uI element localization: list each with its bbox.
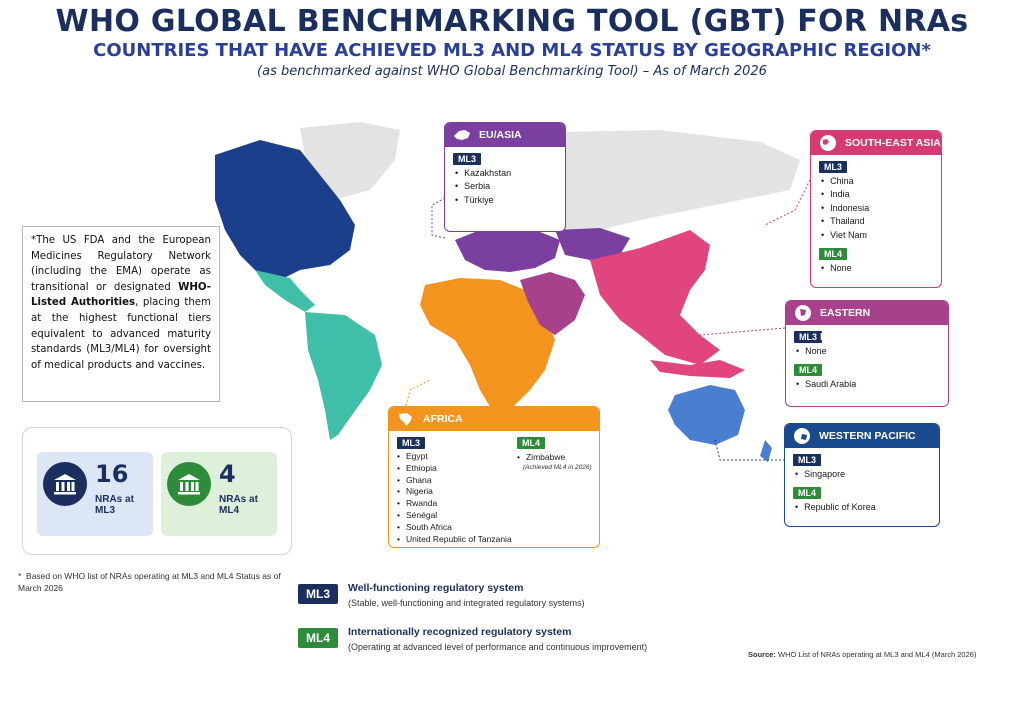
legend-ml4: ML4 Internationally recognized regulator… [298,626,678,666]
list-item: Viet Nam [821,229,941,242]
list-item: Sénégal [397,510,499,522]
region-name: SOUTH-EAST ASIA [845,137,941,149]
legend-ml3: ML3 Well-functioning regulatory system (… [298,582,678,622]
region-box-africa: AFRICA ML3 Egypt Ethiopia Ghana Nigeria … [388,406,600,548]
map-europe [455,228,560,272]
ml3-tag: ML3 [397,437,425,449]
ml3-label: NRAs at ML3 [95,494,134,516]
list-item: Türkiye [455,194,565,207]
list-item: China [821,175,941,188]
list-item: India [821,188,941,201]
note-text-after: , placing them at the highest functional… [31,297,211,371]
region-name: EASTERN MEDITERRANEAN [820,307,913,343]
region-name: EU/ASIA [479,129,522,141]
legend-ml3-badge: ML3 [298,584,338,604]
source-note: Source: WHO List of NRAs operating at ML… [748,650,976,659]
footnote: * Based on WHO list of NRAs operating at… [18,570,288,594]
footnote-text: Based on WHO list of NRAs operating at M… [18,571,281,593]
list-item: Republic of Korea [795,501,939,514]
list-item: Thailand [821,215,941,228]
africa-map-icon [399,413,412,426]
source-text: WHO List of NRAs operating at ML3 and ML… [778,650,977,659]
list-item: Egypt [397,451,499,463]
ml4-count: 4 [219,460,236,488]
page-subtitle: COUNTRIES THAT HAVE ACHIEVED ML3 AND ML4… [93,40,931,61]
list-item: Saudi Arabia [796,378,948,391]
list-item: South Africa [397,522,499,534]
list-item: Nigeria [397,486,499,498]
map-australia [668,385,745,445]
ml4-list: Saudi Arabia [796,378,948,391]
region-header: SOUTH-EAST ASIA [811,131,941,155]
list-item: Serbia [455,180,565,193]
list-item: Indonesia [821,202,941,215]
ml3-tag: ML3 [794,331,822,343]
list-item: None [821,262,941,275]
ml4-tag: ML4 [517,437,545,449]
globe-icon [795,305,811,321]
ml3-list: Singapore [795,468,939,481]
ml4-list: Republic of Korea [795,501,939,514]
map-new-zealand [760,440,772,462]
africa-ml3-col: ML3 Egypt Ethiopia Ghana Nigeria Rwanda … [389,431,512,546]
ml3-tag: ML3 [793,454,821,466]
legend-ml3-desc: (Stable, well-functioning and integrated… [348,598,585,608]
ml3-tag: ML3 [453,153,481,165]
region-header: AFRICA [389,407,599,431]
region-box-eu-asia: EU/ASIA ML3 Kazakhstan Serbia Türkiye [444,122,566,232]
page-note: (as benchmarked against WHO Global Bench… [257,64,767,79]
region-box-emr: EASTERN MEDITERRANEAN ML3 None ML4 Saudi… [785,300,949,407]
globe-icon [794,428,810,444]
ml4-label: NRAs at ML4 [219,494,258,516]
stat-ml4: 4 NRAs at ML4 [161,452,277,536]
list-item: Kazakhstan [455,167,565,180]
list-item: Zimbabwe [517,451,599,464]
ml3-list: Egypt Ethiopia Ghana Nigeria Rwanda Séné… [397,451,512,546]
ml4-note: (Achieved ML4 in 2026) [523,464,592,472]
ml4-tag: ML4 [793,487,821,500]
list-item: Singapore [795,468,939,481]
region-name: AFRICA [423,413,463,425]
note-box: *The US FDA and the European Medicines R… [22,226,220,402]
ml3-list: Kazakhstan Serbia Türkiye [455,167,565,207]
stat-ml3: 16 NRAs at ML3 [37,452,153,536]
bank-icon [43,462,87,506]
region-header: EASTERN MEDITERRANEAN [786,301,948,343]
globe-icon [820,135,836,151]
ml4-list: Zimbabwe [517,451,599,464]
list-item: Ghana [397,475,499,487]
ml3-tag: ML3 [819,161,847,173]
legend-ml4-title: Internationally recognized regulatory sy… [348,626,572,638]
region-header: EU/ASIA [445,123,565,147]
europe-map-icon [454,130,470,140]
footnote-star: * [18,571,27,581]
region-box-wpr: WESTERN PACIFIC ML3 Singapore ML4 Republ… [784,423,940,527]
source-label: Source: [748,650,776,659]
ml4-tag: ML4 [819,248,847,261]
legend-ml4-badge: ML4 [298,628,338,648]
africa-ml4-col: ML4 Zimbabwe (Achieved ML4 in 2026) [509,431,599,471]
legend-ml4-desc: (Operating at advanced level of performa… [348,642,648,652]
map-south-america [305,312,382,440]
region-box-sea: SOUTH-EAST ASIA ML3 China India Indonesi… [810,130,942,288]
region-name: WESTERN PACIFIC [819,430,916,442]
list-item: Ethiopia [397,463,499,475]
ml3-count: 16 [95,460,129,488]
connector-wpr [714,439,785,461]
list-item: United Republic of Tanzania [397,534,512,546]
ml4-tag: ML4 [794,364,822,377]
stats-panel: 16 NRAs at ML3 4 NRAs at ML4 [22,427,292,555]
legend-ml3-title: Well-functioning regulatory system [348,582,524,594]
connector-emr [699,327,786,336]
list-item: Rwanda [397,498,499,510]
page-title: WHO GLOBAL BENCHMARKING TOOL (GBT) FOR N… [55,4,969,39]
ml4-list: None [821,262,941,275]
bank-icon [167,462,211,506]
ml3-list: China India Indonesia Thailand Viet Nam [821,175,941,242]
region-header: WESTERN PACIFIC [785,424,939,448]
